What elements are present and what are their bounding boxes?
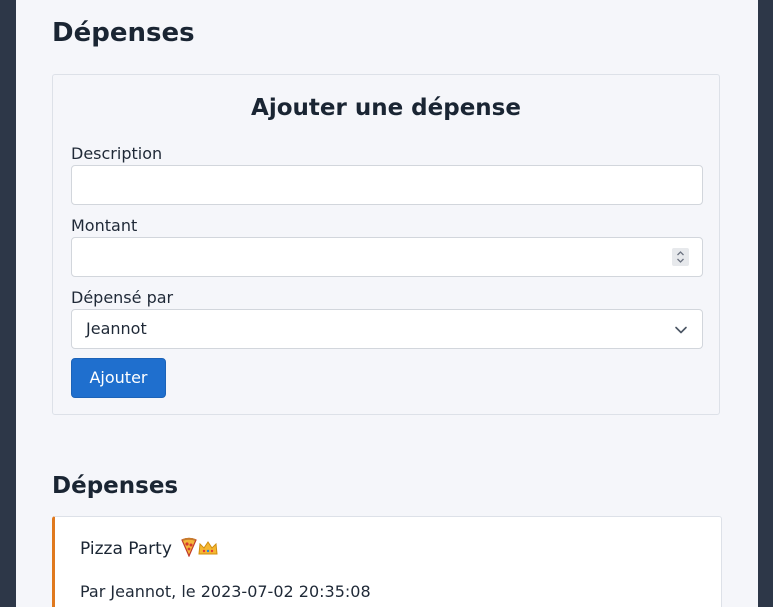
spinner-arrows-icon[interactable] [672,248,689,266]
add-expense-button[interactable]: Ajouter [71,358,166,398]
expense-date-prefix: le [181,582,196,601]
amount-label: Montant [71,216,138,235]
description-label: Description [71,144,163,163]
amount-input[interactable] [71,237,703,277]
description-input[interactable] [71,165,703,205]
expense-date: 2023-07-02 20:35:08 [200,582,371,601]
expense-item: Pizza Party Par Jeannot, le 2023-07-02 2… [52,516,722,607]
expense-title-text: Pizza Party [80,539,172,559]
chevron-down-icon [675,326,687,334]
spent-by-label: Dépensé par [71,288,174,307]
spent-by-selected-value: Jeannot [86,319,147,338]
form-title: Ajouter une dépense [251,95,521,121]
add-expense-form: Ajouter une dépense Description Montant … [52,74,720,415]
expense-author: Jeannot [110,582,172,601]
page-title: Dépenses [52,18,195,48]
expense-title: Pizza Party [80,537,218,564]
spent-by-select[interactable]: Jeannot [71,309,703,349]
expenses-section-title: Dépenses [52,473,179,499]
main-page: Dépenses Ajouter une dépense Description… [16,0,758,607]
pizza-crown-emoji-icon [180,537,218,564]
expense-meta-prefix: Par [80,582,106,601]
expense-meta: Par Jeannot, le 2023-07-02 20:35:08 [80,582,371,601]
